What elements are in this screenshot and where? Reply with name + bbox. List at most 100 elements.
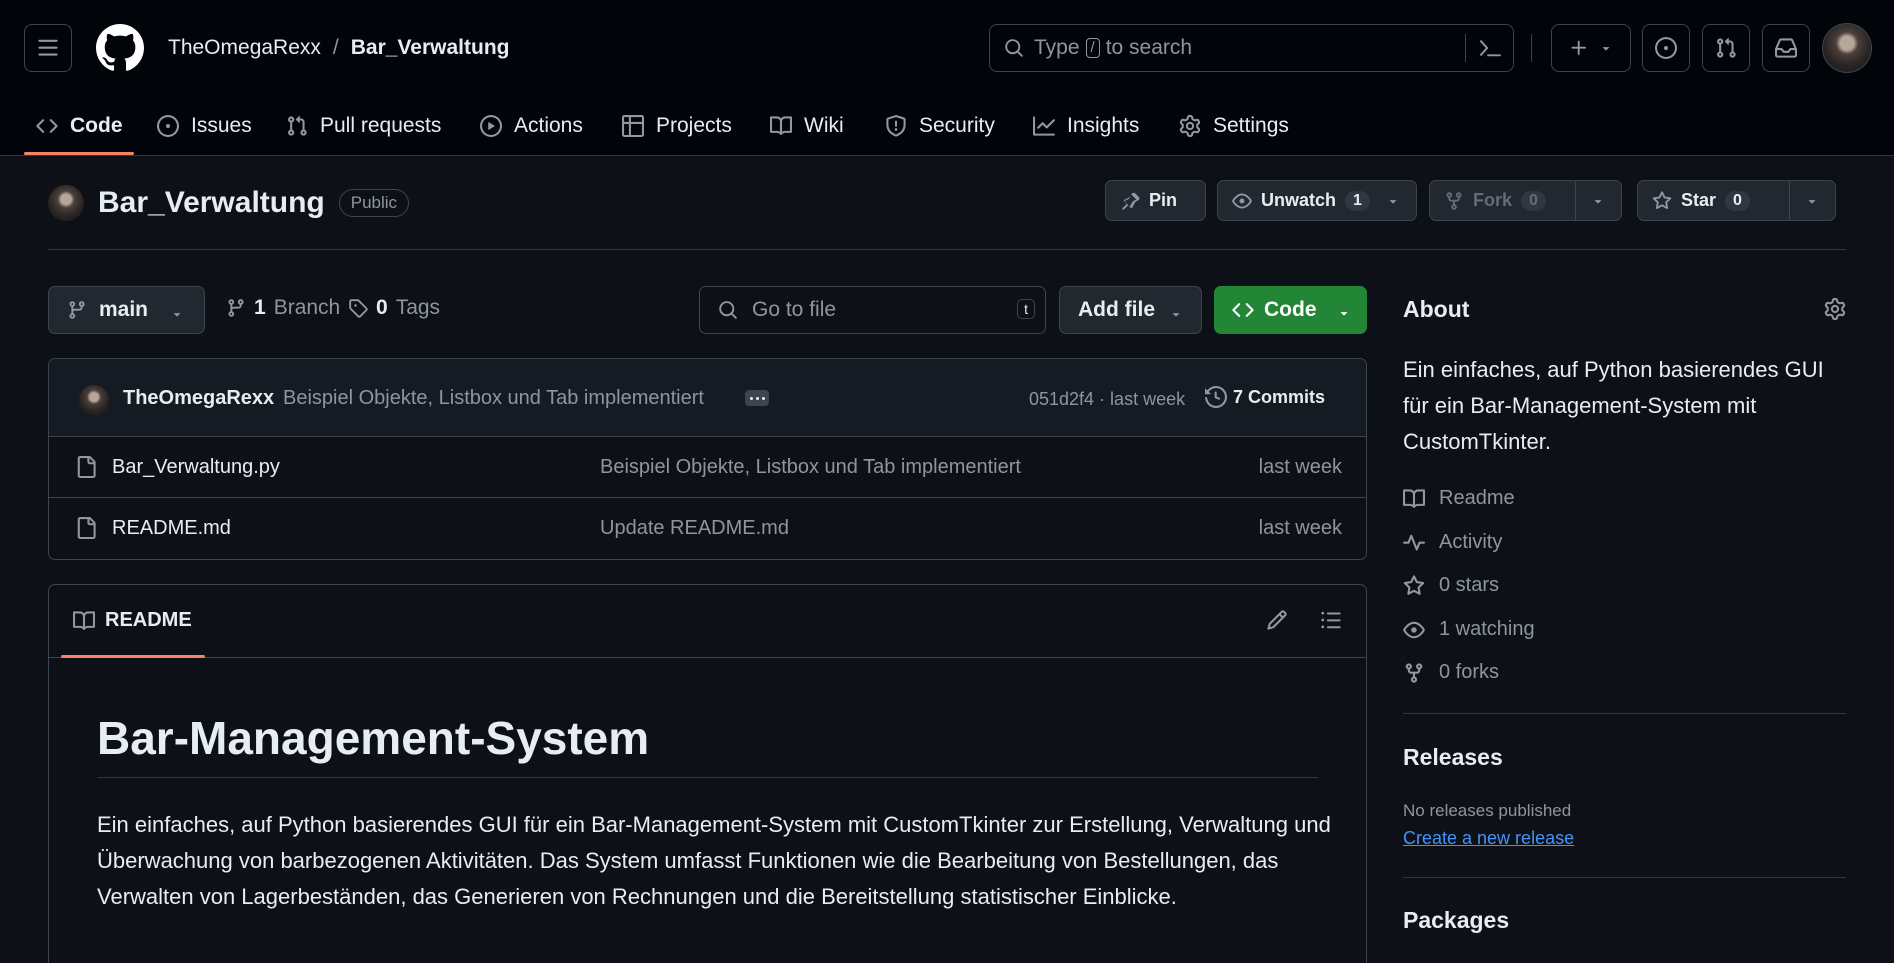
global-search-input[interactable]: Type / to search [989,24,1514,72]
repo-link[interactable]: Bar_Verwaltung [351,36,510,60]
issues-button[interactable] [1642,24,1690,72]
file-commit-message[interactable]: Update README.md [600,517,789,540]
pull-requests-button[interactable] [1702,24,1750,72]
github-logo-icon[interactable] [96,24,144,72]
git-pull-request-icon [288,115,307,136]
user-avatar[interactable] [1822,23,1872,73]
stars-link[interactable]: 0 stars [1403,574,1499,597]
table-row[interactable]: Bar_Verwaltung.py Beispiel Objekte, List… [49,437,1366,498]
code-button-label: Code [1264,298,1317,321]
tab-settings[interactable]: Settings [1179,96,1289,156]
file-icon [75,517,97,539]
gear-icon[interactable] [1824,298,1846,320]
search-shortcut-key: / [1085,38,1100,58]
inbox-icon [1775,38,1797,58]
owner-link[interactable]: TheOmegaRexx [168,36,321,60]
watch-count: 1 [1345,190,1370,211]
fork-label: Fork [1473,190,1513,210]
pin-icon [1122,191,1140,210]
fork-count: 0 [1521,190,1546,211]
file-date: last week [1258,517,1342,539]
add-file-button[interactable]: Add file [1059,286,1202,334]
sidebar-divider [1403,713,1846,714]
tab-label: Wiki [804,114,844,137]
search-placeholder-prefix: Type [1034,36,1080,59]
file-name[interactable]: README.md [112,517,231,540]
sidebar-item-label: 0 stars [1439,574,1500,596]
activity-link[interactable]: Activity [1403,531,1502,554]
outline-list-icon[interactable] [1320,609,1342,631]
tags-link[interactable]: 0 Tags [348,296,440,320]
star-dropdown[interactable] [1788,181,1835,220]
edit-pencil-icon[interactable] [1266,609,1288,631]
tab-issues[interactable]: Issues [157,96,252,156]
commit-details-toggle[interactable] [745,390,769,406]
fork-icon [1405,662,1423,683]
eye-icon [1403,621,1425,638]
commit-author[interactable]: TheOmegaRexx [123,387,274,410]
commit-hash-time[interactable]: 051d2f4 · last week [1029,389,1185,410]
readme-link[interactable]: Readme [1403,487,1515,510]
git-pull-request-icon [1717,37,1736,58]
releases-title[interactable]: Releases [1403,744,1503,771]
tab-code[interactable]: Code [36,96,123,156]
tab-security[interactable]: Security [885,96,995,156]
tab-label: Code [70,114,123,137]
tab-pull-requests[interactable]: Pull requests [286,96,441,156]
active-tab-indicator [24,152,134,155]
graph-icon [1033,116,1055,136]
star-button[interactable]: Star 0 [1637,180,1836,221]
file-name[interactable]: Bar_Verwaltung.py [112,456,280,479]
code-button[interactable]: Code [1214,286,1367,334]
forks-link[interactable]: 0 forks [1403,661,1499,684]
caret-down-icon [1602,47,1610,51]
tab-label: Insights [1067,114,1140,137]
tab-projects[interactable]: Projects [622,96,732,156]
tab-insights[interactable]: Insights [1033,96,1139,156]
star-count: 0 [1725,190,1750,211]
fork-dropdown[interactable] [1574,181,1621,220]
watch-button[interactable]: Unwatch 1 [1217,180,1417,221]
commit-author-avatar[interactable] [79,385,109,415]
watching-link[interactable]: 1 watching [1403,618,1535,641]
tab-wiki[interactable]: Wiki [770,96,844,156]
top-bar: TheOmegaRexx / Bar_Verwaltung Type / to … [0,0,1894,96]
git-branch-icon [69,301,85,319]
menu-button[interactable] [24,24,72,72]
git-branch-icon [228,299,244,317]
caret-down-icon [1337,306,1351,320]
file-icon [75,456,97,478]
gear-icon [1179,115,1201,137]
about-title: About [1403,296,1470,322]
branch-select-button[interactable]: main [48,286,205,334]
pulse-icon [1403,534,1425,551]
readme-tab[interactable]: README [73,609,192,632]
inbox-button[interactable] [1762,24,1810,72]
create-release-link[interactable]: Create a new release [1403,828,1574,849]
packages-title[interactable]: Packages [1403,907,1509,934]
add-file-label: Add file [1078,298,1155,321]
create-new-button[interactable] [1551,24,1631,72]
tab-actions[interactable]: Actions [480,96,583,156]
fork-button[interactable]: Fork 0 [1429,180,1622,221]
table-row[interactable]: README.md Update README.md last week [49,498,1366,559]
tab-label: Security [919,114,995,137]
hamburger-icon [38,39,58,56]
sidebar-item-label: 0 forks [1439,661,1500,683]
go-to-file-input[interactable]: Go to file t [699,286,1046,334]
code-icon [1232,303,1254,317]
commits-link[interactable]: 7 Commits [1205,386,1325,408]
watch-dropdown[interactable] [1378,181,1408,220]
search-divider [1465,34,1466,62]
branches-link[interactable]: 1 Branch [226,296,340,320]
about-description: Ein einfaches, auf Python basierendes GU… [1403,357,1824,454]
book-icon [770,116,792,135]
repo-name[interactable]: Bar_Verwaltung [98,186,325,220]
command-palette-icon[interactable] [1479,36,1503,60]
owner-avatar[interactable] [48,185,84,221]
file-commit-message[interactable]: Beispiel Objekte, Listbox und Tab implem… [600,456,1021,479]
commit-message[interactable]: Beispiel Objekte, Listbox und Tab implem… [283,387,704,410]
readme-panel: README Bar-Management-System Ein einfach… [48,584,1367,963]
latest-commit-bar: TheOmegaRexx Beispiel Objekte, Listbox u… [49,359,1366,437]
pin-button[interactable]: Pin [1105,180,1206,221]
